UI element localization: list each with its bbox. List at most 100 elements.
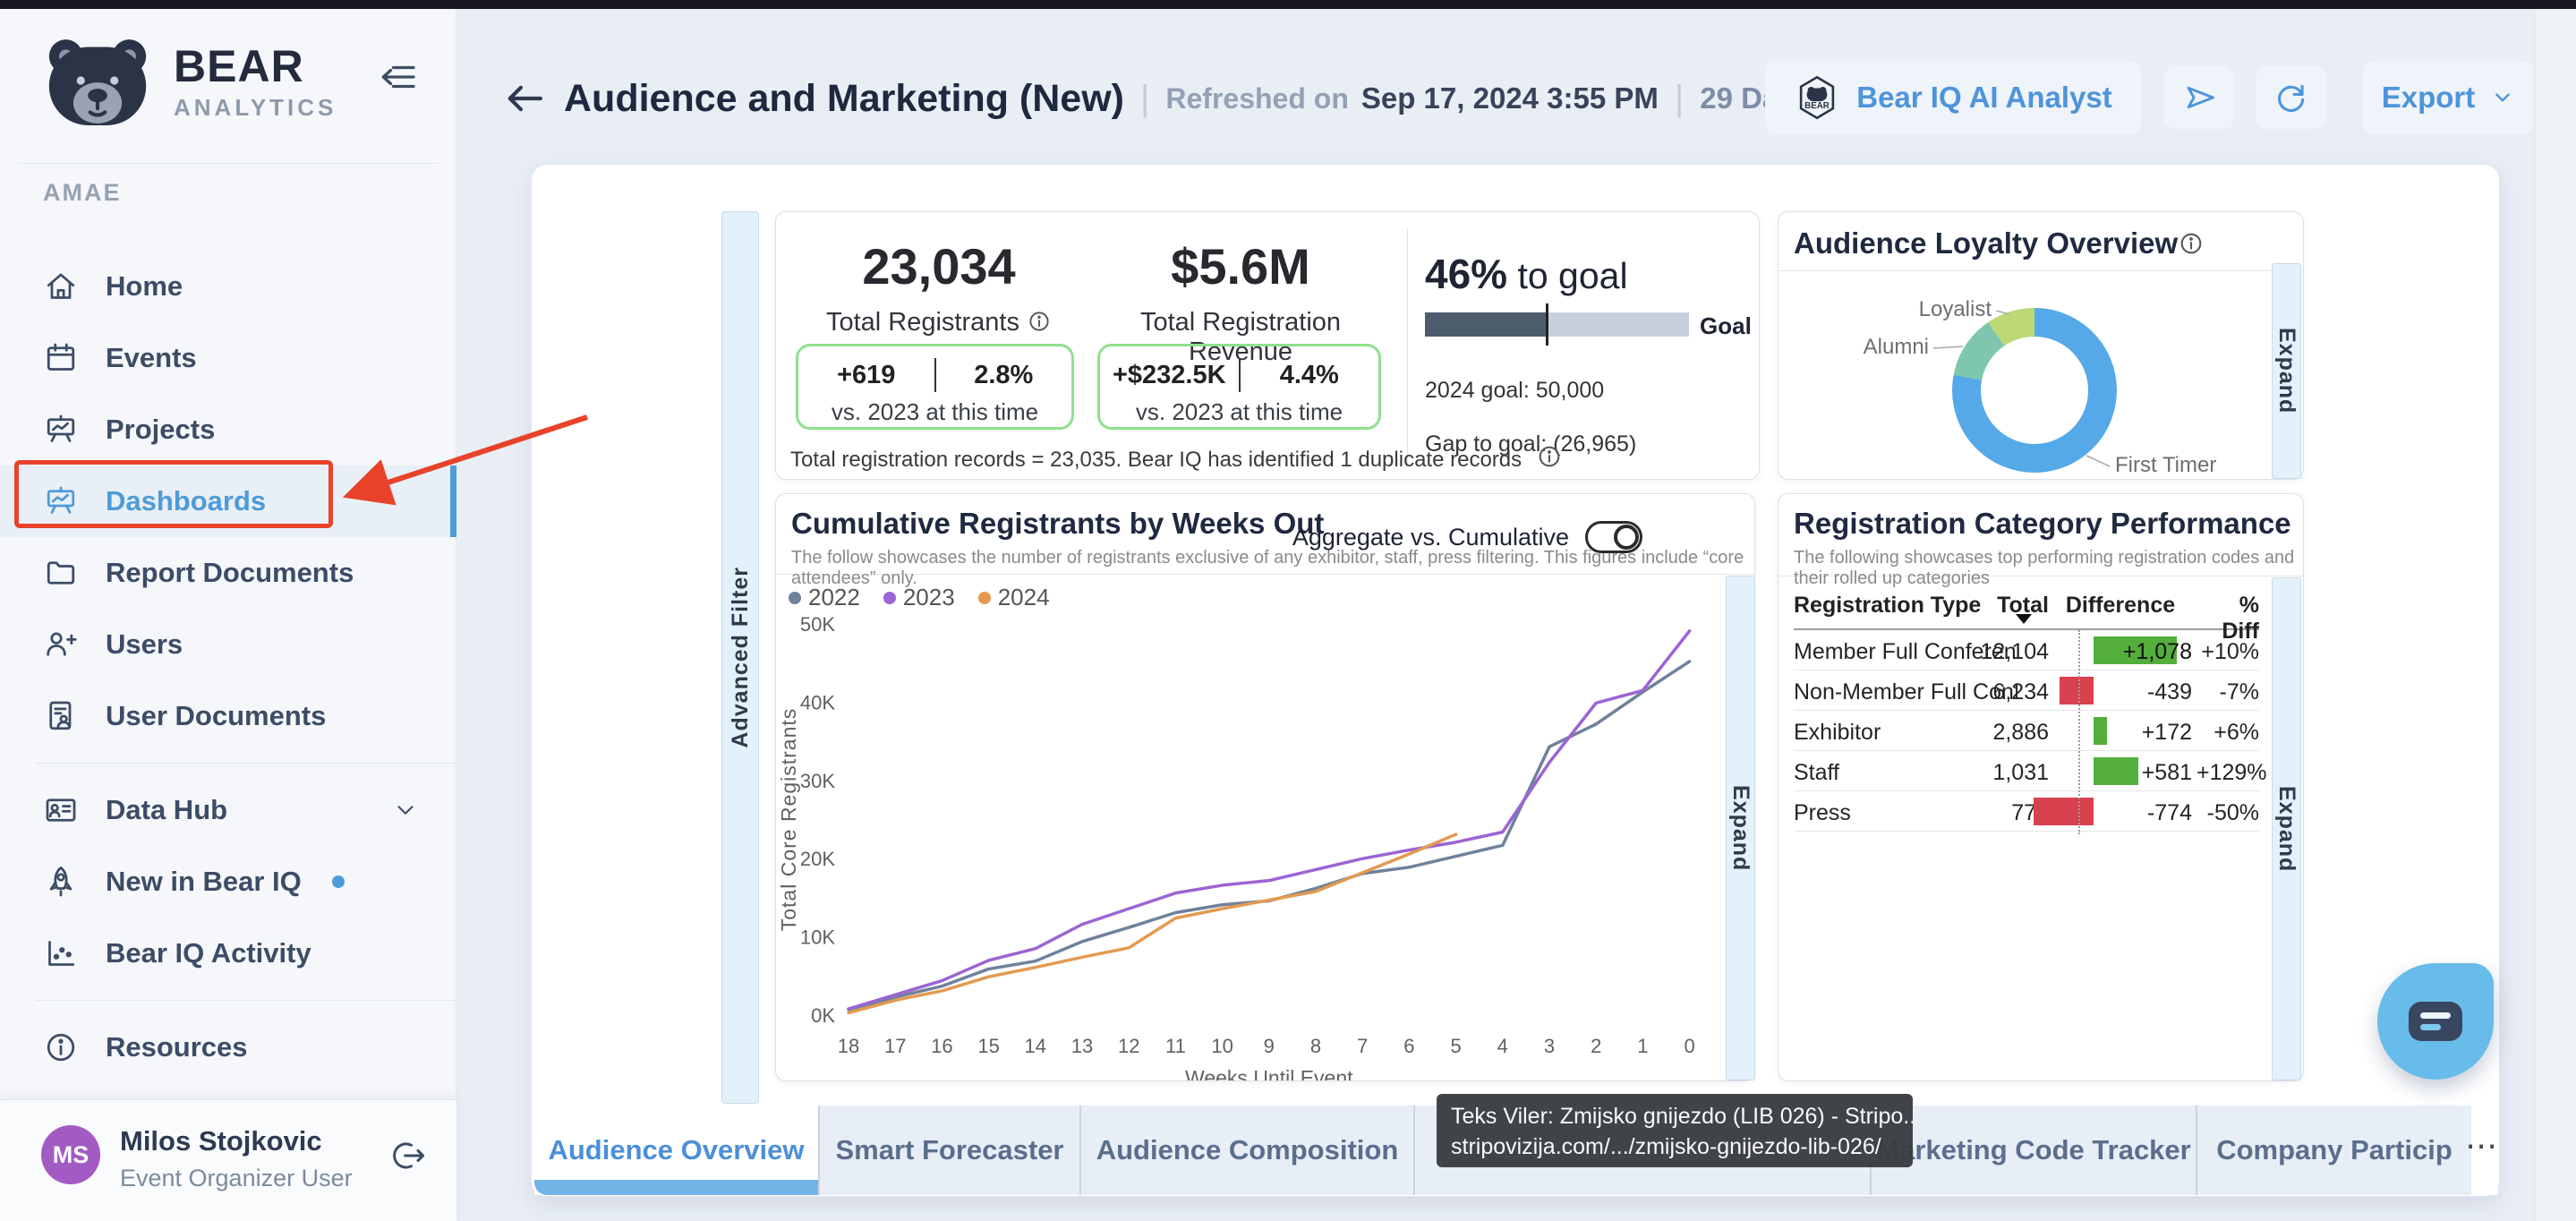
tab-label: Smart Forecaster — [835, 1134, 1063, 1166]
pace-line-chart[interactable]: 0K10K20K30K40K50K18171615141312111098765… — [776, 615, 1724, 1080]
sidebar-item-report-documents[interactable]: Report Documents — [0, 537, 456, 609]
toggle-knob — [1614, 525, 1639, 550]
more-tabs-button[interactable]: ⋯ — [2465, 1127, 2499, 1165]
sidebar-item-events[interactable]: Events — [0, 322, 456, 394]
svg-text:First Timer: First Timer — [2115, 453, 2216, 477]
sidebar-item-bear-iq-activity[interactable]: Bear IQ Activity — [0, 918, 456, 989]
legend-item-2022[interactable]: 2022 — [789, 584, 860, 611]
legend-item-2023[interactable]: 2023 — [883, 584, 955, 611]
board-icon — [43, 412, 79, 448]
user-role: Event Organizer User — [120, 1165, 353, 1192]
folder-icon — [43, 555, 79, 591]
tab-smart-forecaster[interactable]: Smart Forecaster — [818, 1106, 1079, 1195]
total-revenue-value: $5.6M — [1097, 237, 1384, 295]
avatar[interactable]: MS — [41, 1125, 100, 1184]
svg-text:2: 2 — [1591, 1035, 1601, 1057]
revenue-delta-caption: vs. 2023 at this time — [1100, 398, 1378, 426]
svg-text:16: 16 — [931, 1035, 952, 1057]
svg-text:1: 1 — [1637, 1035, 1648, 1057]
revenue-delta: +$232.5K — [1100, 361, 1239, 390]
tab-label: Company Particip — [2216, 1134, 2452, 1166]
share-send-button[interactable] — [2164, 66, 2234, 129]
svg-text:20K: 20K — [800, 848, 835, 870]
table-row[interactable]: Staff 1,031 +581 +129% — [1794, 751, 2259, 791]
info-icon[interactable] — [1536, 443, 1563, 476]
revenue-delta-pct: 4.4% — [1241, 361, 1379, 390]
cumulative-registrants-panel: Cumulative Registrants by Weeks Out The … — [775, 493, 1755, 1081]
id-card-icon — [43, 792, 79, 828]
sidebar-item-label: Home — [106, 270, 183, 303]
sidebar-item-data-hub[interactable]: Data Hub — [0, 774, 456, 846]
cell-difference: -439 — [2103, 679, 2192, 705]
sidebar-item-new-in-bear-iq[interactable]: New in Bear IQ — [0, 846, 456, 918]
sidebar-item-resources[interactable]: Resources — [0, 1012, 456, 1083]
bear-logo-icon — [41, 36, 154, 125]
sidebar-item-users[interactable]: Users — [0, 609, 456, 680]
chat-bubble-icon — [2409, 1002, 2462, 1041]
cell-pct-diff: +129% — [2196, 760, 2259, 786]
tab-company-particip[interactable]: Company Particip — [2196, 1106, 2471, 1195]
sidebar-item-home[interactable]: Home — [0, 251, 456, 322]
table-row[interactable]: Press 779 -774 -50% — [1794, 791, 2259, 832]
cell-difference: +581 — [2103, 760, 2192, 786]
refresh-button[interactable] — [2256, 66, 2325, 129]
header-separator: | — [1140, 79, 1149, 119]
tab-marketing-code-tracker[interactable]: Marketing Code Tracker — [1870, 1106, 2196, 1195]
tab-label: Marketing Code Tracker — [1876, 1134, 2190, 1166]
cell-pct-diff: -50% — [2196, 800, 2259, 826]
activity-icon — [43, 935, 79, 971]
svg-text:15: 15 — [977, 1035, 999, 1057]
registrants-delta-box: +619 2.8% vs. 2023 at this time — [796, 344, 1074, 430]
legend-item-2024[interactable]: 2024 — [978, 584, 1050, 611]
advanced-filter-strip[interactable]: Advanced Filter — [721, 211, 759, 1104]
users-icon — [43, 627, 79, 662]
sidebar-item-projects[interactable]: Projects — [0, 394, 456, 465]
aggregate-cumulative-toggle[interactable] — [1585, 521, 1642, 553]
duplicate-records-note: Total registration records = 23,035. Bea… — [790, 443, 1563, 476]
loyalty-expand-strip[interactable]: Expand — [2272, 263, 2301, 479]
total-registrants-value: 23,034 — [796, 237, 1082, 295]
svg-text:Total Core Registrants: Total Core Registrants — [777, 708, 800, 932]
sidebar-item-user-documents[interactable]: User Documents — [0, 680, 456, 752]
page-title: Audience and Marketing (New) — [564, 77, 1124, 121]
page-scrollbar[interactable] — [2535, 9, 2576, 1221]
pace-expand-strip[interactable]: Expand — [1726, 576, 1755, 1080]
bear-badge-icon: BEAR — [1794, 74, 1840, 121]
total-registrants-label: Total Registrants — [796, 308, 1082, 341]
svg-text:18: 18 — [838, 1035, 859, 1057]
svg-text:0: 0 — [1684, 1035, 1694, 1057]
org-label: AMAE — [43, 179, 122, 207]
info-icon[interactable] — [2178, 230, 2205, 261]
sidebar-item-dashboards[interactable]: Dashboards — [0, 465, 456, 537]
export-button[interactable]: Export — [2363, 61, 2533, 134]
chat-launcher-button[interactable] — [2377, 963, 2494, 1080]
info-icon[interactable] — [1027, 309, 1052, 341]
col-total[interactable]: Total — [1964, 593, 2049, 619]
table-row[interactable]: Non-Member Full Conferen... 6,234 -439 -… — [1794, 670, 2259, 711]
cell-pct-diff: +6% — [2196, 720, 2259, 746]
sidebar-divider — [36, 763, 456, 764]
kpi-panel: 23,034 Total Registrants +619 2.8% vs. 2… — [775, 211, 1760, 480]
table-row[interactable]: Member Full Conference 12,104 +1,078 +10… — [1794, 630, 2259, 670]
svg-text:6: 6 — [1403, 1035, 1414, 1057]
table-title: Registration Category Performance — [1794, 507, 2303, 541]
loyalty-donut-chart[interactable]: LoyalistAlumniFirst Timer — [1778, 271, 2271, 488]
legend-label: 2023 — [903, 584, 955, 611]
bear-iq-ai-analyst-button[interactable]: BEAR Bear IQ AI Analyst — [1765, 61, 2141, 134]
col-difference[interactable]: Difference — [2062, 593, 2179, 619]
logout-icon[interactable] — [387, 1136, 426, 1175]
svg-text:14: 14 — [1025, 1035, 1046, 1057]
tab-audience-composition[interactable]: Audience Composition — [1079, 1106, 1413, 1195]
sidebar-item-label: Report Documents — [106, 557, 354, 589]
link-status-tooltip: Teks Viler: Zmijsko gnijezdo (LIB 026) -… — [1437, 1094, 1913, 1167]
sidebar-collapse-icon[interactable] — [376, 56, 419, 98]
table-row[interactable]: Exhibitor 2,886 +172 +6% — [1794, 711, 2259, 751]
export-label: Export — [2382, 81, 2476, 115]
back-arrow-icon[interactable] — [501, 75, 548, 122]
window-top-strip — [0, 0, 2576, 9]
table-expand-strip[interactable]: Expand — [2272, 577, 2301, 1080]
difference-bar — [2034, 798, 2094, 825]
sidebar-item-label: Data Hub — [106, 794, 227, 826]
legend-label: 2024 — [998, 584, 1050, 611]
goal-target-text: 2024 goal: 50,000 — [1425, 378, 1604, 404]
